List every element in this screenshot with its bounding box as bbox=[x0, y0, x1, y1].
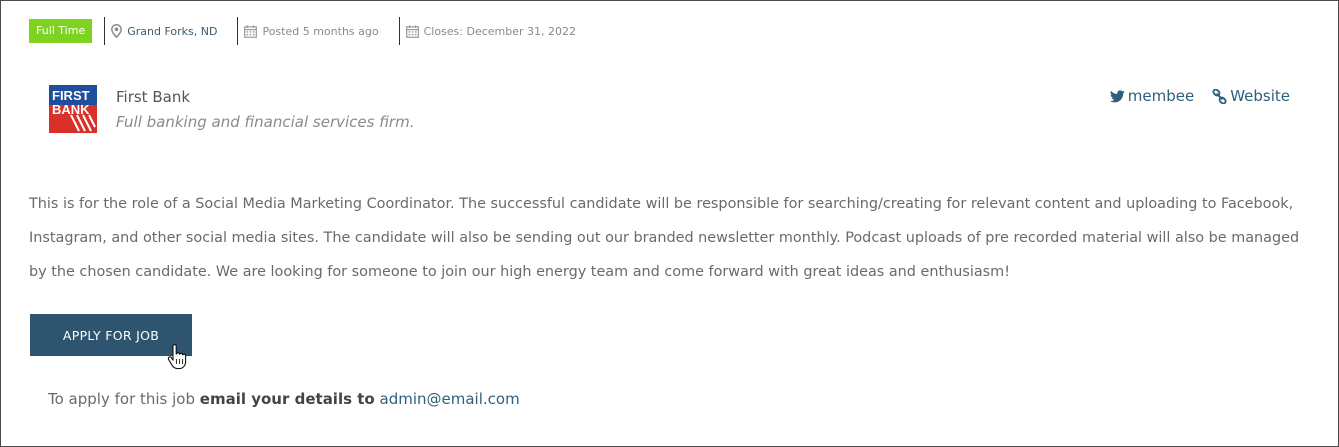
apply-instructions: To apply for this job email your details… bbox=[48, 390, 520, 408]
hand-pointer-icon bbox=[167, 344, 187, 370]
job-listing-card: Full Time Grand Forks, ND Posted 5 month… bbox=[0, 0, 1339, 447]
twitter-label: membee bbox=[1127, 87, 1195, 105]
company-text: First Bank Full banking and financial se… bbox=[116, 85, 414, 133]
job-meta-row: Full Time Grand Forks, ND Posted 5 month… bbox=[29, 17, 596, 45]
apply-note-prefix: To apply for this job bbox=[48, 390, 196, 408]
company-name: First Bank bbox=[116, 88, 191, 106]
job-posted: Posted 5 months ago bbox=[237, 17, 398, 45]
job-location-text: Grand Forks, ND bbox=[127, 24, 218, 38]
logo-text-bank: BANK bbox=[52, 102, 90, 117]
map-marker-icon bbox=[111, 24, 123, 38]
link-icon bbox=[1212, 88, 1227, 104]
website-label: Website bbox=[1230, 87, 1290, 105]
company-block: FIRST BANK First Bank Full banking and f… bbox=[49, 85, 414, 133]
calendar-icon bbox=[405, 24, 419, 38]
twitter-link[interactable]: membee bbox=[1109, 87, 1195, 105]
job-location: Grand Forks, ND bbox=[104, 17, 237, 45]
job-posted-text: Posted 5 months ago bbox=[262, 24, 379, 38]
job-closes-text: Closes: December 31, 2022 bbox=[423, 24, 577, 38]
company-logo: FIRST BANK bbox=[49, 85, 97, 133]
company-links: membee Website bbox=[1109, 87, 1290, 105]
job-description: This is for the role of a Social Media M… bbox=[29, 196, 1300, 280]
job-closes: Closes: December 31, 2022 bbox=[398, 17, 596, 45]
job-type-badge: Full Time bbox=[29, 19, 93, 43]
apply-email-link[interactable]: admin@email.com bbox=[380, 390, 520, 408]
logo-text-first: FIRST bbox=[52, 88, 90, 103]
company-tagline: Full banking and financial services firm… bbox=[116, 113, 415, 131]
calendar-icon bbox=[244, 24, 258, 38]
website-link[interactable]: Website bbox=[1212, 87, 1290, 105]
twitter-icon bbox=[1109, 89, 1125, 103]
apply-note-bold: email your details to bbox=[199, 390, 375, 408]
